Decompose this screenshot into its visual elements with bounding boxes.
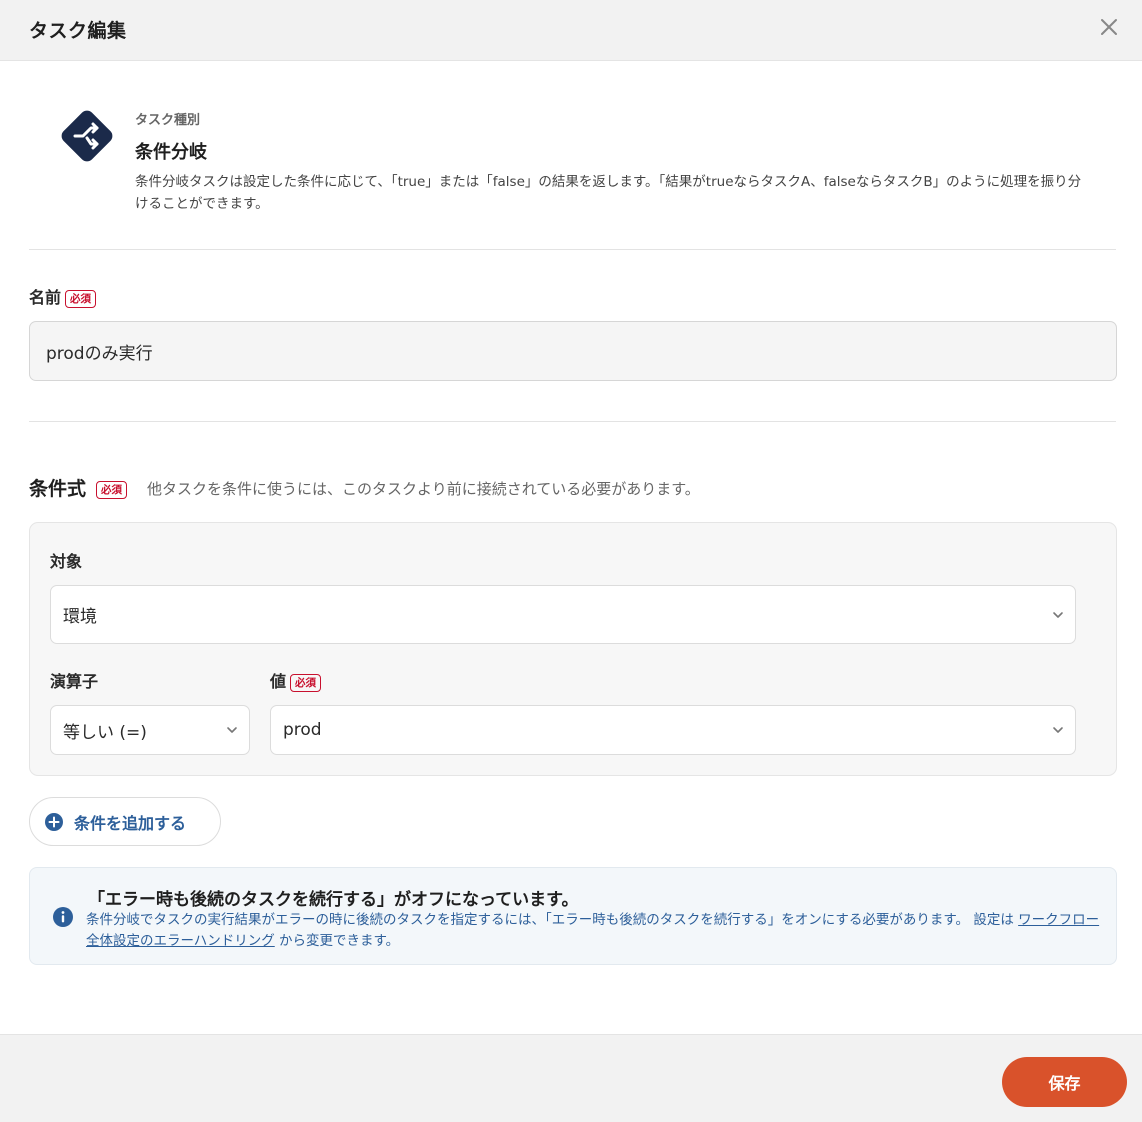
name-label-text: 名前 (29, 288, 62, 307)
operator-select[interactable]: 等しい (=) (50, 705, 250, 755)
add-condition-button[interactable]: 条件を追加する (29, 797, 221, 846)
task-type-name: 条件分岐 (135, 142, 207, 163)
value-select[interactable]: prod (270, 705, 1076, 755)
chevron-down-icon (227, 727, 237, 733)
add-condition-label: 条件を追加する (74, 813, 187, 833)
info-alert: 「エラー時も後続のタスクを続行する」がオフになっています。 条件分岐でタスクの実… (29, 867, 1117, 965)
condition-title: 条件式 必須 (29, 474, 128, 501)
chevron-down-icon (1053, 611, 1063, 618)
info-title: 「エラー時も後続のタスクを続行する」がオフになっています。 (88, 890, 579, 910)
plus-circle-icon (45, 812, 63, 831)
condition-title-text: 条件式 (29, 478, 87, 500)
branch-icon (58, 107, 116, 165)
value-label: 値必須 (270, 668, 322, 692)
dialog-header: タスク編集 (0, 0, 1142, 61)
value-label-text: 値 (270, 672, 287, 691)
required-badge: 必須 (96, 480, 128, 499)
operator-label: 演算子 (50, 672, 99, 691)
divider (29, 421, 1116, 422)
close-icon (1101, 19, 1117, 35)
condition-group: 対象 環境 演算子 等しい (=) 値必須 prod (29, 522, 1117, 776)
operator-select-value: 等しい (=) (63, 722, 147, 743)
target-select-value: 環境 (63, 607, 97, 627)
save-button[interactable]: 保存 (1002, 1057, 1127, 1107)
value-select-value: prod (283, 720, 322, 740)
info-text-before: 条件分岐でタスクの実行結果がエラーの時に後続のタスクを指定するには、「エラー時も… (86, 912, 1019, 928)
info-text-after: から変更できます。 (274, 933, 400, 949)
dialog-title: タスク編集 (29, 20, 127, 42)
dialog-footer: 保存 (0, 1034, 1142, 1122)
name-field-label: 名前 必須 (29, 284, 97, 308)
divider (29, 249, 1116, 250)
task-type-description: 条件分岐タスクは設定した条件に応じて、「true」または「false」の結果を返… (135, 174, 1082, 212)
required-badge: 必須 (65, 289, 97, 308)
required-badge: 必須 (290, 673, 322, 692)
condition-note: 他タスクを条件に使うには、このタスクより前に接続されている必要があります。 (147, 480, 700, 498)
target-label: 対象 (50, 552, 83, 571)
info-icon (53, 907, 73, 927)
target-select[interactable]: 環境 (50, 585, 1076, 644)
chevron-down-icon (1053, 727, 1063, 733)
close-button[interactable] (1096, 14, 1122, 40)
info-text: 条件分岐でタスクの実行結果がエラーの時に後続のタスクを指定するには、「エラー時も… (86, 910, 1102, 952)
task-type-label: タスク種別 (135, 113, 201, 128)
name-input[interactable] (29, 321, 1117, 381)
